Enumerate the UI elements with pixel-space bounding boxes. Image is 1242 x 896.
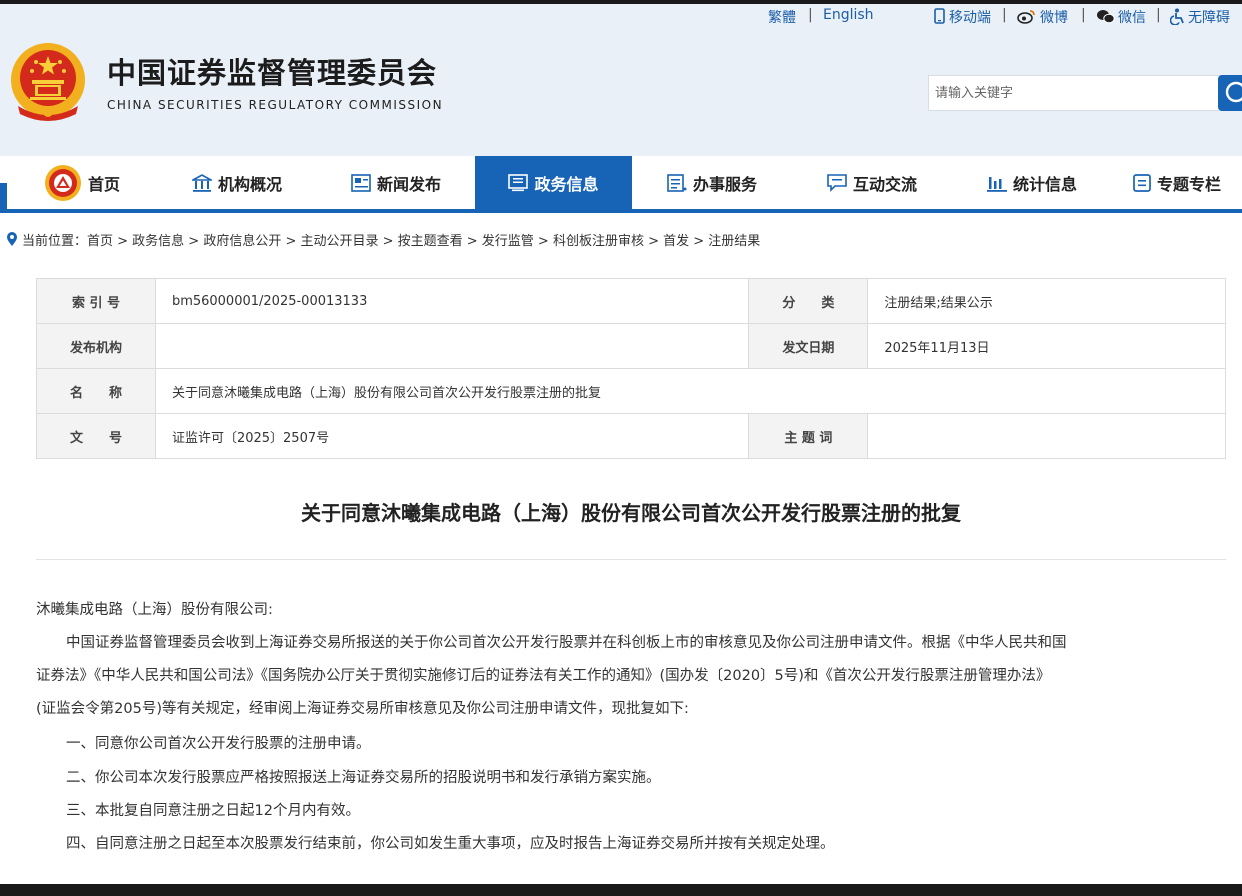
body-paragraph-line: (证监会令第205号)等有关规定，经审阅上海证券交易所审核意见及你公司注册申请文… (36, 701, 689, 717)
search-input[interactable] (929, 76, 1221, 110)
nav-item-topics[interactable]: 专题专栏 (1112, 156, 1242, 210)
site-title-cn: 中国证券监督管理委员会 (107, 56, 438, 90)
list-item: 三、本批复自同意注册之日起12个月内有效。 (66, 803, 360, 819)
name-label: 名 称 (36, 368, 156, 414)
nav-item-home[interactable]: 首页 (7, 156, 157, 210)
topic-icon (1133, 174, 1151, 192)
breadcrumb-text[interactable]: 当前位置：首页 > 政务信息 > 政府信息公开 > 主动公开目录 > 按主题查看… (22, 230, 760, 249)
date-value: 2025年11月13日 (867, 323, 1226, 369)
date-label: 发文日期 (748, 323, 869, 369)
nav-label: 办事服务 (692, 175, 757, 194)
separator: | (808, 7, 813, 23)
nav-item-gov-info[interactable]: 政务信息 (475, 156, 632, 210)
table-row: 文 号 证监许可〔2025〕2507号 主 题 词 (36, 413, 1226, 459)
nav-label: 专题专栏 (1156, 175, 1221, 194)
service-icon (667, 174, 687, 192)
nav-item-news[interactable]: 新闻发布 (317, 156, 475, 210)
search-box (928, 75, 1221, 111)
mobile-icon (934, 8, 945, 28)
site-title-en: CHINA SECURITIES REGULATORY COMMISSION (107, 98, 444, 112)
document-title: 关于同意沐曦集成电路（上海）股份有限公司首次公开发行股票注册的批复 (301, 501, 961, 525)
location-pin-icon (6, 232, 18, 247)
nav-underline (0, 209, 1242, 213)
index-label: 索 引 号 (36, 278, 156, 324)
main-nav: 首页 机构概况 新闻发布 政务信息 办事服务 互动交流 统计信息 专题专栏 (7, 156, 1242, 210)
traditional-chinese-link[interactable]: 繁體 (768, 7, 796, 27)
publisher-label: 发布机构 (36, 323, 156, 369)
nav-label: 统计信息 (1012, 175, 1077, 194)
nav-item-about[interactable]: 机构概况 (157, 156, 317, 210)
body-paragraph-line: 中国证券监督管理委员会收到上海证券交易所报送的关于你公司首次公开发行股票并在科创… (66, 635, 1067, 651)
keywords-value (867, 413, 1226, 459)
accessibility-link[interactable]: 无障碍 (1188, 7, 1230, 27)
nav-label: 互动交流 (852, 175, 917, 194)
separator: | (1156, 7, 1161, 23)
gov-info-icon (508, 174, 529, 192)
document-meta-table: 索 引 号 bm56000001/2025-00013133 分 类 注册结果;… (36, 278, 1227, 459)
building-icon (191, 174, 212, 192)
accessibility-icon (1169, 8, 1185, 29)
nav-label: 机构概况 (217, 175, 282, 194)
separator: | (1002, 7, 1007, 23)
table-row: 名 称 关于同意沐曦集成电路（上海）股份有限公司首次公开发行股票注册的批复 (36, 368, 1227, 414)
category-label: 分 类 (748, 278, 869, 324)
national-emblem-logo[interactable] (8, 40, 88, 126)
addressee: 沐曦集成电路（上海）股份有限公司: (36, 602, 273, 618)
table-row: 发布机构 发文日期 2025年11月13日 (36, 323, 1226, 369)
nav-item-interaction[interactable]: 互动交流 (792, 156, 952, 210)
chat-icon (827, 174, 847, 192)
body-paragraph-line: 证券法》《中华人民共和国公司法》《国务院办公厅关于贯彻实施修订后的证券法有关工作… (36, 668, 1051, 684)
chart-icon (986, 174, 1007, 192)
index-value: bm56000001/2025-00013133 (154, 278, 750, 324)
wechat-icon (1096, 9, 1115, 28)
list-item: 四、自同意注册之日起至本次股票发行结束前，你公司如发生重大事项，应及时报告上海证… (66, 836, 835, 852)
bottom-bar (0, 884, 1242, 896)
list-item: 二、你公司本次发行股票应严格按照报送上海证券交易所的招股说明书和发行承销方案实施… (66, 770, 661, 786)
list-item: 一、同意你公司首次公开发行股票的注册申请。 (66, 736, 371, 752)
news-icon (351, 174, 371, 192)
nav-label: 政务信息 (534, 175, 599, 194)
nav-item-services[interactable]: 办事服务 (632, 156, 792, 210)
docno-value: 证监许可〔2025〕2507号 (154, 413, 750, 459)
weibo-link[interactable]: 微博 (1040, 7, 1068, 27)
divider (36, 559, 1226, 560)
english-link[interactable]: English (823, 7, 874, 23)
wechat-link[interactable]: 微信 (1118, 7, 1146, 27)
keywords-label: 主 题 词 (748, 413, 869, 459)
breadcrumb: 当前位置：首页 > 政务信息 > 政府信息公开 > 主动公开目录 > 按主题查看… (6, 230, 760, 249)
publisher-value (154, 323, 750, 369)
emblem-icon (44, 164, 82, 202)
nav-item-statistics[interactable]: 统计信息 (952, 156, 1112, 210)
table-row: 索 引 号 bm56000001/2025-00013133 分 类 注册结果;… (36, 278, 1226, 324)
top-links-bar: 繁體 | English 移动端 | 微博 | 微信 | 无障碍 (0, 4, 1242, 28)
nav-label: 新闻发布 (376, 175, 441, 194)
nav-label: 首页 (87, 175, 120, 194)
docno-label: 文 号 (36, 413, 156, 459)
mobile-link[interactable]: 移动端 (949, 7, 991, 27)
weibo-icon (1017, 9, 1036, 28)
search-button[interactable] (1218, 75, 1242, 111)
separator: | (1081, 7, 1086, 23)
category-value: 注册结果;结果公示 (867, 278, 1226, 324)
name-value: 关于同意沐曦集成电路（上海）股份有限公司首次公开发行股票注册的批复 (154, 368, 1227, 414)
